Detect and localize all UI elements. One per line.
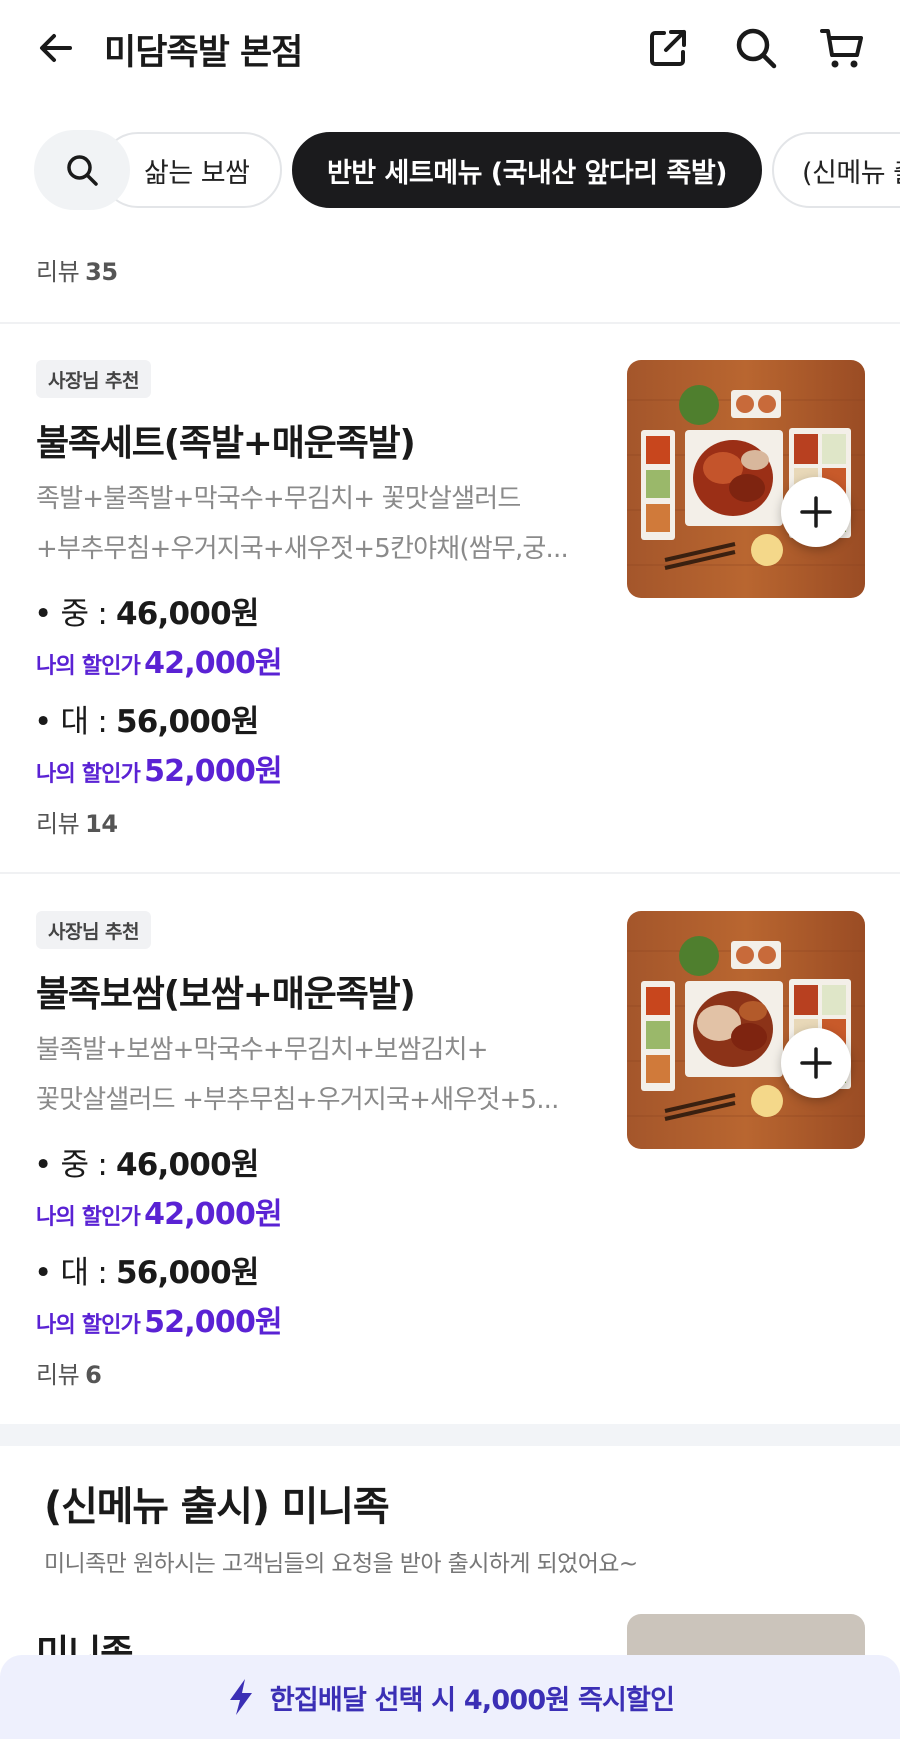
cart-button[interactable] [818, 24, 866, 72]
section-title: (신메뉴 출시) 미니족 [44, 1484, 390, 1530]
divider [0, 872, 900, 874]
section-divider [0, 1424, 900, 1446]
search-icon [67, 155, 98, 186]
menu-item-description: 족발+불족발+막국수+무김치+ 꽃맛살샐러드 +부추무침+우거지국+새우젓+5칸… [36, 484, 569, 564]
price-medium: • 중 : 46,000원 [34, 596, 259, 632]
price-large: • 대 : 56,000원 [34, 1255, 259, 1291]
add-to-cart-button[interactable] [781, 1028, 851, 1098]
plus-icon [800, 1047, 832, 1079]
delivery-discount-banner[interactable]: 한집배달 선택 시 4,000원 즉시할인 [0, 1655, 900, 1739]
price-medium: • 중 : 46,000원 [34, 1147, 259, 1183]
owner-recommend-badge: 사장님 추천 [36, 360, 152, 398]
section-description: 미니족만 원하시는 고객님들의 요청을 받아 출시하게 되었어요~ [44, 1551, 638, 1577]
cart-icon [820, 29, 863, 68]
plus-icon [800, 496, 832, 528]
category-search-button[interactable] [34, 130, 130, 210]
discount-price-medium: 나의 할인가 42,000원 [36, 1197, 283, 1232]
back-button[interactable] [34, 26, 78, 70]
chip-half-half-set-selected[interactable]: 반반 세트메뉴 (국내산 앞다리 족발) [292, 132, 762, 208]
review-count[interactable]: 리뷰 14 [36, 804, 118, 839]
back-arrow-icon [40, 34, 72, 62]
price-large: • 대 : 56,000원 [34, 704, 259, 740]
previous-item-review-count[interactable]: 리뷰 35 [36, 252, 118, 287]
store-title: 미담족발 본점 [104, 33, 303, 73]
menu-item-description: 불족발+보쌈+막국수+무김치+보쌈김치+ 꽃맛살샐러드 +부추무침+우거지국+새… [36, 1035, 559, 1115]
menu-item-name: 불족세트(족발+매운족발) [36, 423, 416, 464]
share-button[interactable] [644, 24, 692, 72]
store-menu-page: 미담족발 본점 삶는 보쌈 반반 세트메뉴 (국내산 앞다리 족발) (신메뉴 … [0, 0, 900, 1739]
top-app-bar: 미담족발 본점 [0, 0, 900, 100]
discount-price-large: 나의 할인가 52,000원 [36, 754, 283, 789]
owner-recommend-badge: 사장님 추천 [36, 911, 152, 949]
lightning-icon [229, 1679, 252, 1715]
chip-new-mini-jok[interactable]: (신메뉴 출시) 미니족 [772, 132, 900, 208]
menu-item-name: 불족보쌈(보쌈+매운족발) [36, 974, 416, 1015]
category-chip-bar: 삶는 보쌈 반반 세트메뉴 (국내산 앞다리 족발) (신메뉴 출시) 미니족 [0, 130, 900, 210]
discount-price-large: 나의 할인가 52,000원 [36, 1305, 283, 1340]
menu-item-card[interactable]: 사장님 추천 불족보쌈(보쌈+매운족발) 불족발+보쌈+막국수+무김치+보쌈김치… [0, 875, 900, 1420]
discount-price-medium: 나의 할인가 42,000원 [36, 646, 283, 681]
search-button[interactable] [732, 24, 780, 72]
menu-item-card[interactable]: 사장님 추천 불족세트(족발+매운족발) 족발+불족발+막국수+무김치+ 꽃맛살… [0, 324, 900, 869]
review-count[interactable]: 리뷰 6 [36, 1355, 102, 1390]
share-icon [650, 30, 686, 66]
search-icon [736, 28, 777, 69]
add-to-cart-button[interactable] [781, 477, 851, 547]
